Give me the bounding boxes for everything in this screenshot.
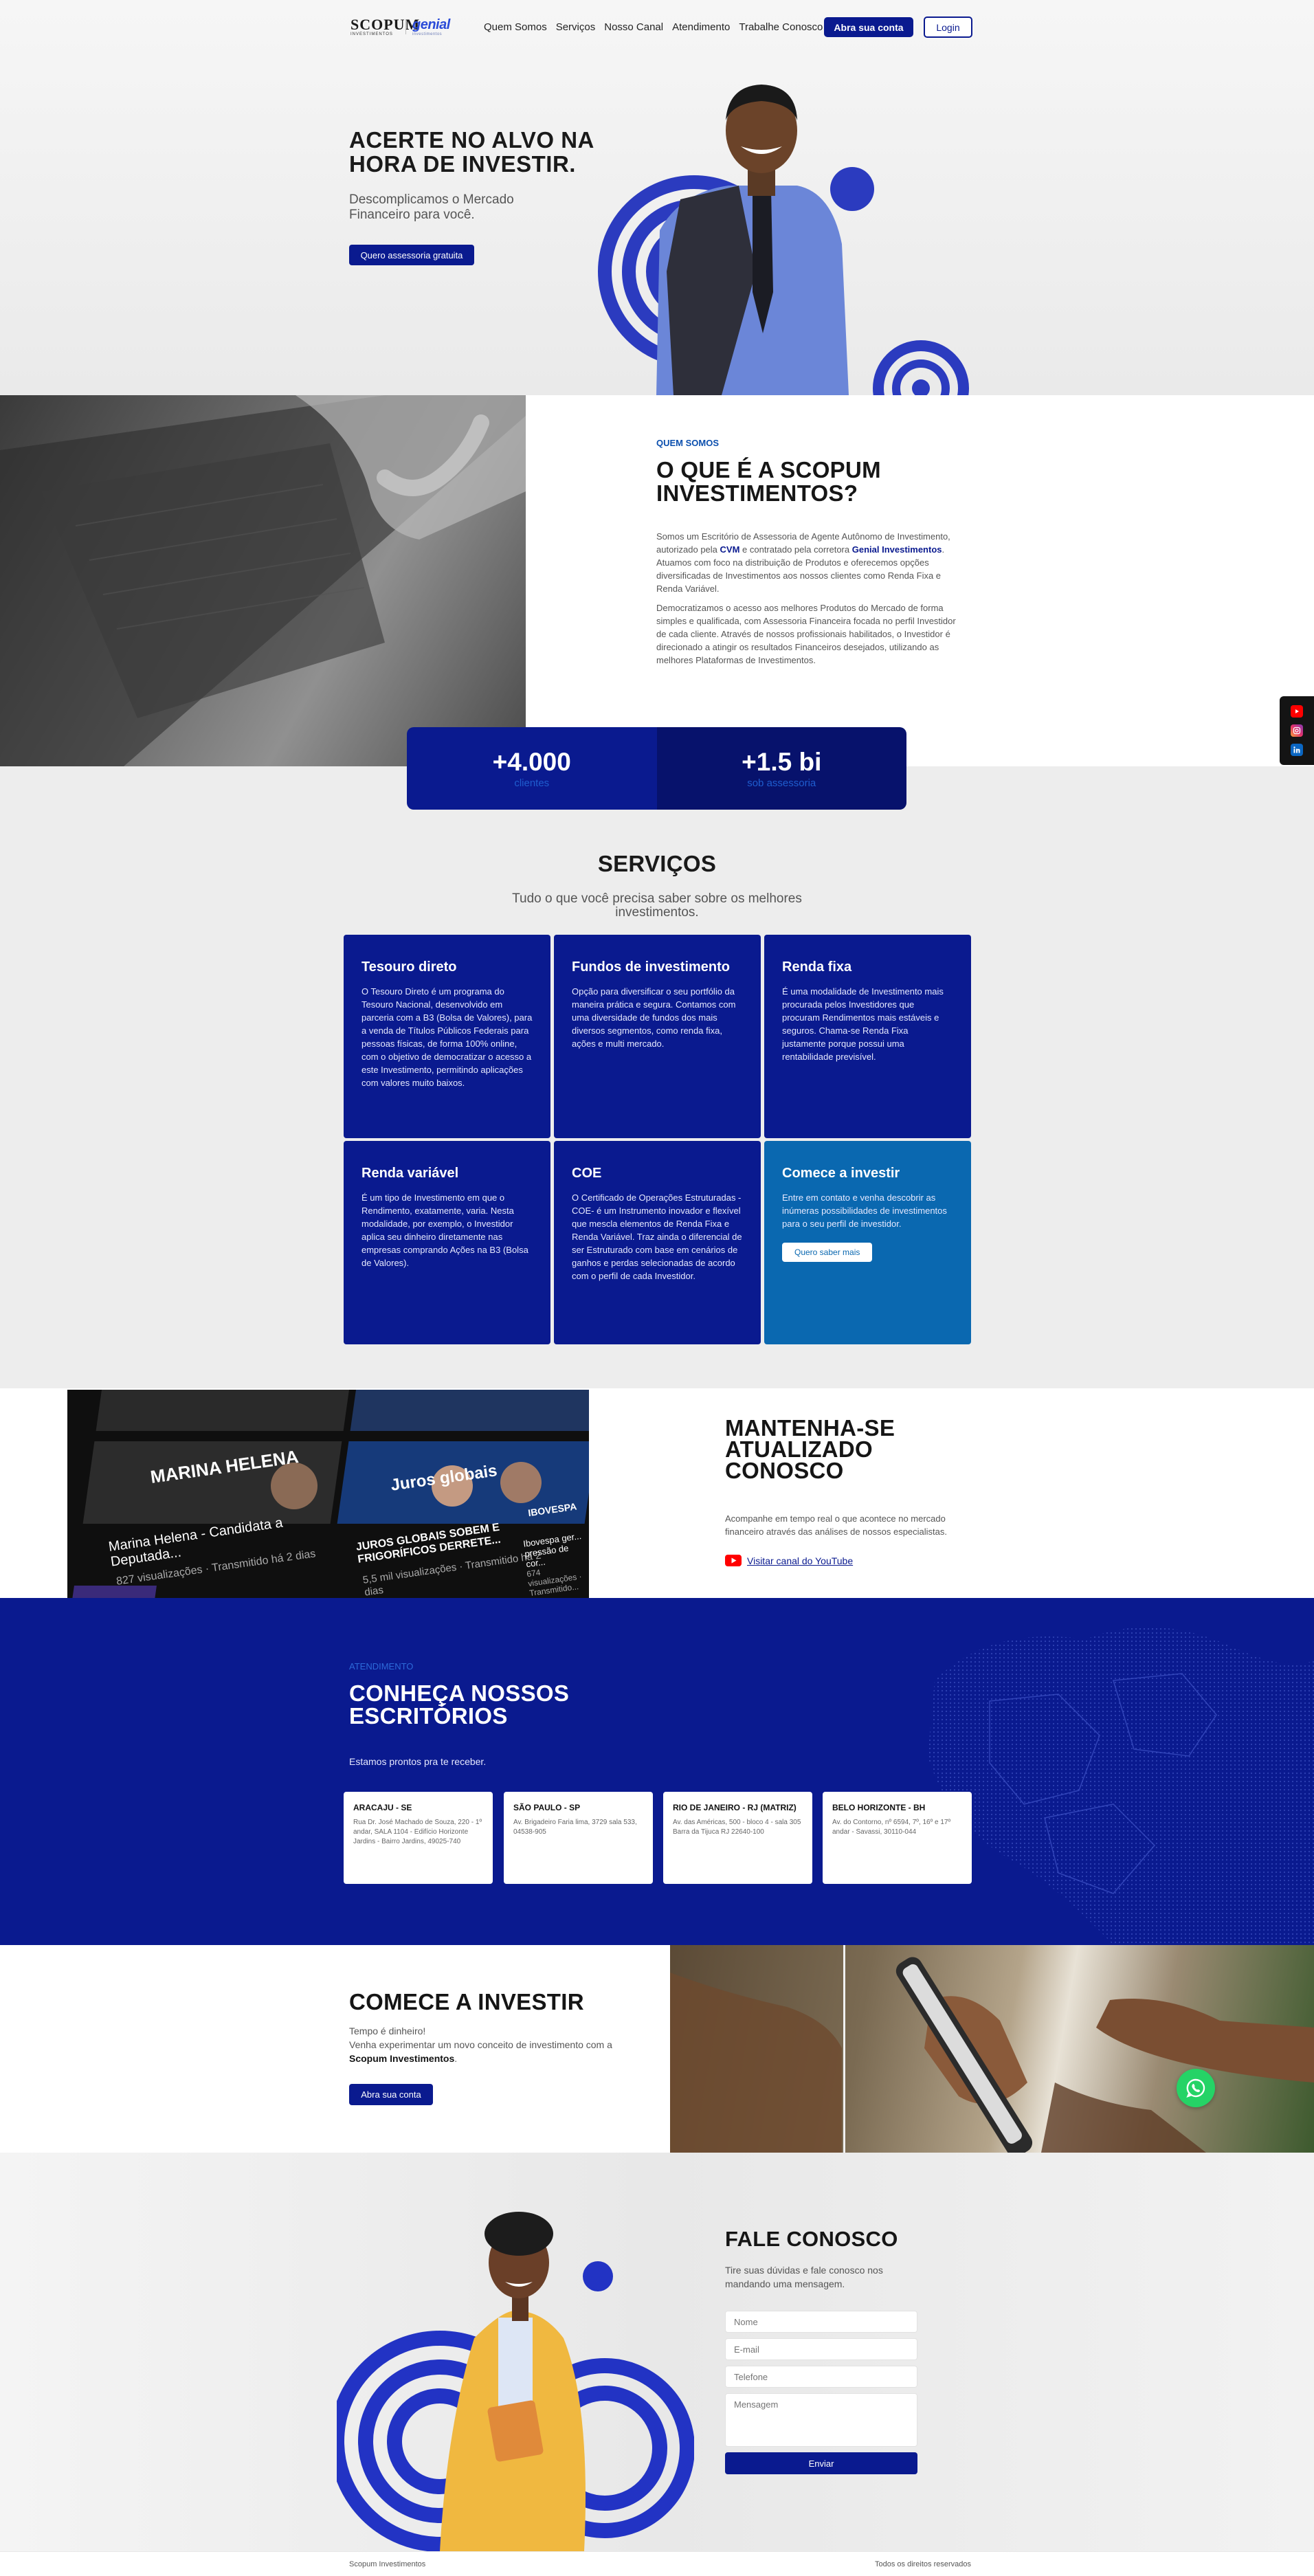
learn-more-button[interactable]: Quero saber mais [782, 1243, 873, 1262]
offices-section: ATENDIMENTO CONHEÇA NOSSOS ESCRITÓRIOS E… [0, 1598, 1314, 1945]
youtube-text: Acompanhe em tempo real o que acontece n… [725, 1513, 948, 1537]
nav-trabalhe-conosco[interactable]: Trabalhe Conosco [739, 21, 823, 33]
world-map-pattern [928, 1627, 1314, 1945]
whatsapp-icon [1186, 2078, 1205, 2098]
whatsapp-button[interactable] [1177, 2069, 1215, 2107]
contact-text: Tire suas dúvidas e fale conosco nos man… [725, 2265, 883, 2289]
hero-section: ACERTE NO ALVO NA HORA DE INVESTIR. Desc… [0, 0, 1314, 395]
scopum-logo[interactable]: SCOPUM INVESTIMENTOS [350, 17, 419, 37]
instagram-icon[interactable] [1291, 724, 1303, 737]
logo-divider [405, 19, 406, 34]
stat-assets: +1.5 bi sob assessoria [656, 727, 906, 810]
email-input[interactable] [725, 2338, 917, 2360]
youtube-section: MARINA HELENA Juros globais Marina Helen… [0, 1388, 1314, 1598]
card-renda-variavel: Renda variável É um tipo de Investimento … [344, 1141, 550, 1344]
contact-title: FALE CONOSCO [725, 2227, 898, 2251]
about-eyebrow: QUEM SOMOS [656, 438, 720, 448]
about-paragraph-1: Somos um Escritório de Assessoria de Age… [656, 531, 950, 594]
contact-illustration [337, 2212, 694, 2551]
about-title: O QUE É A SCOPUM INVESTIMENTOS? [656, 457, 881, 506]
contact-section: FALE CONOSCO Tire suas dúvidas e fale co… [0, 2153, 1314, 2551]
nav-nosso-canal[interactable]: Nosso Canal [604, 21, 663, 33]
office-aracaju: ARACAJU - SE Rua Dr. José Machado de Souz… [344, 1792, 493, 1884]
start-text: Tempo é dinheiro! Venha experimentar um n… [349, 2025, 612, 2064]
footer-rights: Todos os direitos reservados [875, 2560, 972, 2568]
services-subtitle: Tudo o que você precisa saber sobre os m… [512, 891, 802, 920]
name-input[interactable] [725, 2311, 917, 2333]
card-renda-fixa: Renda fixa É uma modalidade de Investimen… [764, 935, 971, 1138]
about-paragraph-2: Democratizamos o acesso aos melhores Pro… [656, 603, 956, 665]
genial-logo: genial investimentos [412, 17, 450, 36]
youtube-channel-preview[interactable]: MARINA HELENA Juros globais Marina Helen… [67, 1390, 589, 1598]
offices-subtitle: Estamos prontos pra te receber. [349, 1756, 487, 1767]
offices-eyebrow: ATENDIMENTO [349, 1661, 414, 1672]
message-input[interactable] [725, 2393, 917, 2447]
services-section: SERVIÇOS Tudo o que você precisa saber s… [0, 766, 1314, 1388]
send-button[interactable]: Enviar [725, 2452, 917, 2474]
office-belo-horizonte: BELO HORIZONTE - BH Av. do Contorno, nº 6… [823, 1792, 972, 1884]
phone-input[interactable] [725, 2366, 917, 2388]
hero-subtitle: Descomplicamos o Mercado Financeiro para… [349, 192, 514, 222]
linkedin-icon[interactable] [1291, 744, 1303, 756]
services-title: SERVIÇOS [597, 851, 717, 876]
start-title: COMECE A INVESTIR [349, 1989, 584, 2014]
card-fundos-investimento: Fundos de investimento Opção para diversi… [554, 935, 761, 1138]
login-button[interactable]: Login [924, 16, 972, 38]
card-comece-investir: Comece a investir Entre em contato e venh… [764, 1141, 971, 1344]
social-sidebar [1280, 696, 1314, 765]
main-nav: Quem Somos Serviços Nosso Canal Atendime… [484, 21, 832, 33]
laptop-photo [0, 395, 526, 766]
youtube-icon [725, 1555, 742, 1566]
office-sao-paulo: SÃO PAULO - SP Av. Brigadeiro Faria lima,… [504, 1792, 653, 1884]
site-header: SCOPUM INVESTIMENTOS genial investimento… [0, 0, 1314, 55]
nav-quem-somos[interactable]: Quem Somos [484, 21, 547, 33]
offices-title: CONHEÇA NOSSOS ESCRITÓRIOS [349, 1680, 570, 1729]
about-section: QUEM SOMOS O QUE É A SCOPUM INVESTIMENTO… [0, 395, 1314, 766]
nav-atendimento[interactable]: Atendimento [672, 21, 730, 33]
office-rio-de-janeiro: RIO DE JANEIRO - RJ (MATRIZ) Av. das Amér… [663, 1792, 812, 1884]
nav-servicos[interactable]: Serviços [556, 21, 596, 33]
card-coe: COE O Certificado de Operações Estruturad… [554, 1141, 761, 1344]
phone-hands-photo [670, 1945, 1314, 2153]
start-investing-section: COMECE A INVESTIR Tempo é dinheiro! Venha… [0, 1945, 1314, 2153]
card-tesouro-direto: Tesouro direto O Tesouro Direto é um prog… [344, 935, 550, 1138]
start-open-account-button[interactable]: Abra sua conta [349, 2084, 433, 2105]
open-account-button[interactable]: Abra sua conta [824, 17, 913, 37]
stats-bar: +4.000 clientes +1.5 bi sob assessoria [407, 727, 906, 810]
youtube-title: MANTENHA-SE ATUALIZADO CONOSCO [725, 1415, 895, 1483]
free-advisory-button[interactable]: Quero assessoria gratuita [349, 245, 474, 265]
footer-company: Scopum Investimentos [349, 2560, 426, 2568]
hero-title: ACERTE NO ALVO NA HORA DE INVESTIR. [349, 127, 594, 177]
hero-illustration [598, 85, 969, 395]
stat-clients: +4.000 clientes [407, 727, 657, 810]
site-footer: Scopum Investimentos Todos os direitos r… [0, 2551, 1314, 2576]
youtube-social-icon[interactable] [1291, 705, 1303, 718]
youtube-channel-link[interactable]: Visitar canal do YouTube [725, 1555, 853, 1566]
